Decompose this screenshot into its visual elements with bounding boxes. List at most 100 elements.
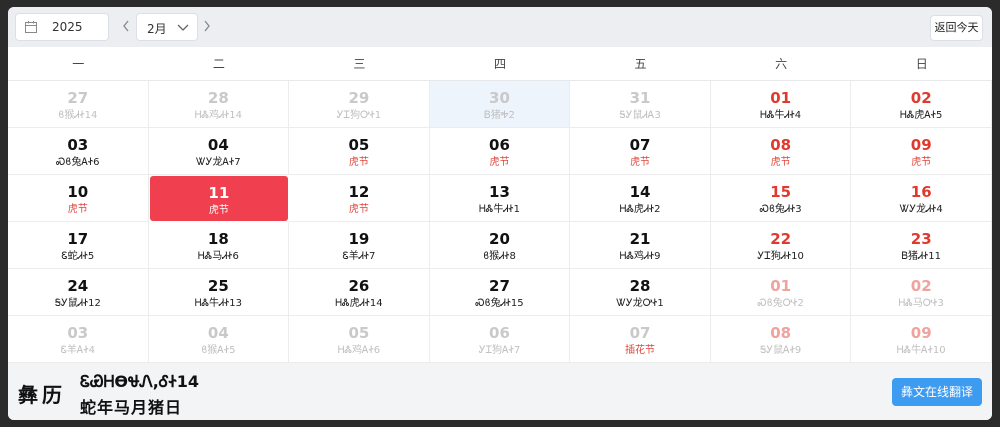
day-subtext: Ꮝϐ兔ᏗᏐ3 — [759, 204, 802, 215]
yi-date-text: ᏋᏯᎻϴᏠᏁ,ᎴᏐ14 — [80, 372, 200, 391]
day-subtext: ᎻᏜ牛ᏗᏐ4 — [760, 110, 802, 121]
year-picker[interactable]: 2025 — [15, 13, 109, 41]
chevron-down-icon — [177, 24, 189, 31]
day-number: 22 — [770, 230, 792, 248]
day-subtext: ᎩᏆ狗ᏗᏐ10 — [757, 251, 804, 262]
day-number: 10 — [67, 183, 89, 201]
day-subtext: Ꮝϐ兔ᏗᏐ15 — [475, 298, 524, 309]
day-number: 08 — [770, 136, 792, 154]
day-number: 06 — [489, 136, 510, 154]
day-cell[interactable]: 02 ᎻᏜ马ᎤᏐ3 — [851, 269, 992, 316]
day-cell[interactable]: 29 ᎩᏆ狗ᎤᏐ1 — [289, 81, 430, 128]
day-number: 27 — [489, 277, 510, 295]
day-cell[interactable]: 05 ᎻᏜ鸡ᎪᏐ6 — [289, 316, 430, 363]
day-number: 01 — [770, 277, 792, 295]
day-subtext: ᎻᏜ虎ᎪᏐ5 — [899, 110, 943, 121]
day-cell[interactable]: 04 ϐ猴ᎪᏐ5 — [148, 316, 290, 363]
day-number: 27 — [67, 89, 89, 107]
day-subtext: Ꮛ羊ᎪᏐ4 — [60, 345, 95, 356]
day-cell[interactable]: 22 ᎩᏆ狗ᏗᏐ10 — [710, 222, 852, 269]
day-cell[interactable]: 25 ᎻᏜ牛ᏗᏐ13 — [148, 269, 290, 316]
day-cell[interactable]: 19 Ꮛ羊ᏗᏐ7 — [289, 222, 430, 269]
day-number: 12 — [348, 183, 370, 201]
day-cell[interactable]: 09 ᎻᏜ牛ᎪᏐ10 — [851, 316, 992, 363]
day-cell[interactable]: 10 虎节 — [8, 175, 149, 222]
day-subtext: ᎻᏜ马ᎤᏐ3 — [898, 298, 944, 309]
day-subtext: Ꮛ蛇ᏗᏐ5 — [61, 251, 95, 262]
day-cell[interactable]: 17 Ꮛ蛇ᏗᏐ5 — [8, 222, 149, 269]
day-subtext: Ꮛ羊ᏗᏐ7 — [342, 251, 376, 262]
day-cell[interactable]: 03 Ꮛ羊ᎪᏐ4 — [8, 316, 149, 363]
day-cell[interactable]: 16 ᏔᎩ龙ᏗᏐ4 — [851, 175, 992, 222]
day-cell[interactable]: 05 虎节 — [289, 128, 430, 175]
day-cell[interactable]: 12 虎节 — [289, 175, 430, 222]
footer-panel: 彝历 ᏋᏯᎻϴᏠᏁ,ᎴᏐ14 蛇年马月猪日 彝文在线翻译 — [8, 363, 992, 420]
day-subtext: ᎻᏜ鸡ᏗᏐ14 — [194, 110, 242, 121]
day-number: 23 — [910, 230, 932, 248]
day-number: 31 — [629, 89, 651, 107]
day-cell[interactable]: 07 插花节 — [570, 316, 711, 363]
day-subtext: ϐ猴ᎪᏐ5 — [201, 345, 236, 356]
day-subtext: ᎻᏜ鸡ᏗᏐ9 — [619, 251, 661, 262]
chevron-right-icon[interactable] — [202, 16, 212, 36]
day-cell[interactable]: 20 ϐ猴ᏗᏐ8 — [429, 222, 571, 269]
day-cell[interactable]: 03 Ꮝϐ兔ᎪᏐ6 — [8, 128, 149, 175]
day-subtext: ᎻᏜ马ᏗᏐ6 — [197, 251, 239, 262]
day-cell[interactable]: 02 ᎻᏜ虎ᎪᏐ5 — [851, 81, 992, 128]
day-subtext: ᎦᎩ鼠ᎪᏐ9 — [759, 345, 802, 356]
zodiac-date-text: 蛇年马月猪日 — [80, 398, 183, 417]
day-subtext: ᎻᏜ虎ᏗᏐ2 — [619, 204, 661, 215]
day-cell[interactable]: 09 虎节 — [851, 128, 992, 175]
month-picker[interactable]: 2月 — [136, 13, 198, 41]
day-cell[interactable]: 28 ᏔᎩ龙ᎤᏐ1 — [570, 269, 711, 316]
day-cell[interactable]: 15 Ꮝϐ兔ᏗᏐ3 — [710, 175, 852, 222]
day-cell[interactable]: 01 ᎻᏜ牛ᏗᏐ4 — [710, 81, 852, 128]
day-subtext: ᎦᎩ鼠ᏗᏐ12 — [54, 298, 101, 309]
day-number: 04 — [207, 324, 229, 342]
day-cell[interactable]: 04 ᏔᎩ龙ᎪᏐ7 — [148, 128, 290, 175]
day-cell[interactable]: 26 ᎻᏜ虎ᏗᏐ14 — [289, 269, 430, 316]
day-number: 02 — [910, 277, 932, 295]
day-subtext: 虎节 — [630, 157, 651, 168]
day-number: 03 — [67, 136, 89, 154]
day-number: 18 — [207, 230, 229, 248]
day-cell[interactable]: 06 虎节 — [429, 128, 571, 175]
day-subtext: ᎻᏜ牛ᏗᏐ13 — [194, 298, 242, 309]
footer-title: 彝历 — [18, 383, 66, 407]
day-cell[interactable]: 14 ᎻᏜ虎ᏗᏐ2 — [570, 175, 711, 222]
day-number: 05 — [348, 136, 370, 154]
day-subtext: 虎节 — [208, 205, 229, 216]
day-cell[interactable]: 27 ϐ猴ᏗᏐ14 — [8, 81, 149, 128]
day-cell[interactable]: 31 ᎦᎩ鼠ᏗᎪ3 — [570, 81, 711, 128]
day-cell[interactable]: 23 Ᏼ猪ᏗᏐ11 — [851, 222, 992, 269]
day-cell[interactable]: 08 虎节 — [710, 128, 852, 175]
day-cell[interactable]: 06 ᎩᏆ狗ᎪᏐ7 — [429, 316, 571, 363]
back-to-today-button[interactable]: 返回今天 — [930, 15, 983, 41]
day-subtext: ᎻᏜ牛ᏗᏐ1 — [479, 204, 520, 215]
calendar-icon — [25, 21, 37, 33]
day-cell-selected[interactable]: 11 虎节 — [149, 176, 289, 221]
day-cell[interactable]: 08 ᎦᎩ鼠ᎪᏐ9 — [710, 316, 852, 363]
yi-translate-button[interactable]: 彝文在线翻译 — [892, 378, 982, 406]
day-cell[interactable]: 24 ᎦᎩ鼠ᏗᏐ12 — [8, 269, 149, 316]
day-number: 28 — [629, 277, 651, 295]
day-subtext: ᎻᏜ牛ᎪᏐ10 — [896, 345, 946, 356]
weekday-header: 一二三四五六日 — [8, 47, 992, 81]
day-cell[interactable]: 21 ᎻᏜ鸡ᏗᏐ9 — [570, 222, 711, 269]
day-cell[interactable]: 30 Ᏼ猪Ꭽ2 — [429, 81, 571, 128]
day-cell[interactable]: 07 虎节 — [570, 128, 711, 175]
day-subtext: Ꮝϐ兔ᎪᏐ6 — [56, 157, 100, 168]
chevron-left-icon[interactable] — [121, 16, 131, 36]
day-number: 02 — [910, 89, 932, 107]
day-cell[interactable]: 27 Ꮝϐ兔ᏗᏐ15 — [429, 269, 571, 316]
day-cell[interactable]: 13 ᎻᏜ牛ᏗᏐ1 — [429, 175, 571, 222]
day-subtext: ᎦᎩ鼠ᏗᎪ3 — [619, 110, 661, 121]
day-number: 24 — [67, 277, 89, 295]
day-number: 17 — [67, 230, 89, 248]
day-number: 21 — [629, 230, 651, 248]
day-cell[interactable]: 28 ᎻᏜ鸡ᏗᏐ14 — [148, 81, 290, 128]
day-number: 09 — [910, 136, 932, 154]
day-subtext: Ᏼ猪ᏗᏐ11 — [901, 251, 941, 262]
day-cell[interactable]: 18 ᎻᏜ马ᏗᏐ6 — [148, 222, 290, 269]
day-cell[interactable]: 01 Ꮝϐ兔ᎤᏐ2 — [710, 269, 852, 316]
